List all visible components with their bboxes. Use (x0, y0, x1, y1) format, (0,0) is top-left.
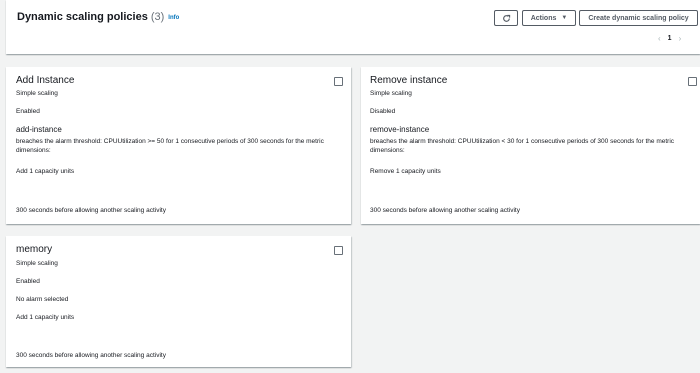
chevron-right-icon[interactable]: › (679, 34, 682, 43)
policy-type: Simple scaling (16, 260, 58, 267)
actions-dropdown-button[interactable]: Actions ▼ (522, 10, 576, 26)
page-title: Dynamic scaling policies (3) Info (17, 11, 179, 23)
policy-type: Simple scaling (16, 90, 58, 97)
caret-down-icon: ▼ (561, 15, 568, 21)
policy-action: Add 1 capacity units (16, 314, 75, 321)
policy-cooldown: 300 seconds before allowing another scal… (370, 207, 520, 214)
policy-action: Remove 1 capacity units (370, 168, 441, 175)
policy-name: Add Instance (16, 75, 75, 86)
create-dynamic-scaling-policy-button[interactable]: Create dynamic scaling policy (579, 10, 698, 26)
policy-card-memory: memory Simple scaling Enabled No alarm s… (6, 236, 351, 367)
policy-status: Enabled (16, 278, 40, 285)
policy-type: Simple scaling (370, 90, 412, 97)
alarm-description: breaches the alarm threshold: CPUUtiliza… (370, 138, 675, 154)
policy-card-remove-instance: Remove instance Simple scaling Disabled … (361, 67, 700, 224)
policy-name: memory (16, 244, 53, 255)
refresh-icon (502, 14, 510, 22)
policy-cooldown: 300 seconds before allowing another scal… (16, 207, 166, 214)
policies-header-panel: Dynamic scaling policies (3) Info Actions ▼… (6, 0, 700, 54)
policy-select-checkbox[interactable] (688, 77, 697, 86)
title-text: Dynamic scaling policies (17, 11, 148, 23)
policy-select-checkbox[interactable] (334, 77, 343, 86)
policy-select-checkbox[interactable] (334, 246, 343, 255)
alarm-name: add-instance (16, 125, 62, 134)
pagination: ‹ 1 › (658, 34, 681, 43)
policy-name: Remove instance (370, 75, 448, 86)
policy-action: Add 1 capacity units (16, 168, 75, 175)
create-label: Create dynamic scaling policy (588, 14, 689, 22)
chevron-left-icon[interactable]: ‹ (658, 34, 661, 43)
refresh-button[interactable] (494, 10, 518, 26)
alarm-name: remove-instance (370, 125, 430, 134)
policy-cooldown: 300 seconds before allowing another scal… (16, 352, 166, 359)
policy-card-add-instance: Add Instance Simple scaling Enabled add-… (6, 67, 351, 224)
actions-label: Actions (530, 14, 557, 22)
policy-status: Enabled (16, 108, 40, 115)
alarm-text: No alarm selected (16, 296, 69, 303)
info-link[interactable]: Info (168, 15, 179, 21)
policy-status: Disabled (370, 108, 396, 115)
page-number[interactable]: 1 (668, 35, 672, 42)
policy-count: (3) (150, 11, 165, 23)
alarm-description: breaches the alarm threshold: CPUUtiliza… (16, 138, 324, 154)
